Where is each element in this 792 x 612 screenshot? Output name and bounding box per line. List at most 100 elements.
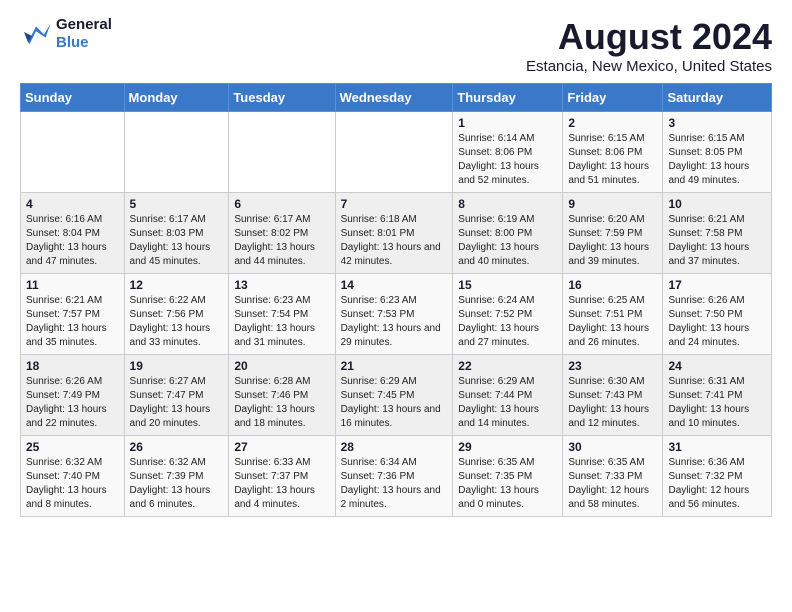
- calendar-cell: 24 Sunrise: 6:31 AMSunset: 7:41 PMDayligh…: [663, 355, 772, 436]
- header-day-monday: Monday: [124, 84, 229, 112]
- day-info: Sunrise: 6:36 AMSunset: 7:32 PMDaylight:…: [668, 456, 766, 512]
- page-subtitle: Estancia, New Mexico, United States: [526, 58, 772, 75]
- day-number: 3: [668, 116, 766, 130]
- logo-text: General Blue: [56, 16, 112, 52]
- calendar-cell: [21, 112, 125, 193]
- calendar-cell: [335, 112, 453, 193]
- week-row-3: 11 Sunrise: 6:21 AMSunset: 7:57 PMDayligh…: [21, 274, 772, 355]
- day-info: Sunrise: 6:27 AMSunset: 7:47 PMDaylight:…: [130, 375, 224, 431]
- day-number: 27: [234, 440, 329, 454]
- calendar-cell: 10Sunrise: 6:21 AMSunset: 7:58 PMDayligh…: [663, 193, 772, 274]
- calendar-cell: 18 Sunrise: 6:26 AMSunset: 7:49 PMDayligh…: [21, 355, 125, 436]
- week-row-4: 18 Sunrise: 6:26 AMSunset: 7:49 PMDayligh…: [21, 355, 772, 436]
- calendar-cell: 8 Sunrise: 6:19 AMSunset: 8:00 PMDaylight…: [453, 193, 563, 274]
- day-number: 16: [568, 278, 657, 292]
- calendar-cell: 27Sunrise: 6:33 AMSunset: 7:37 PMDayligh…: [229, 436, 335, 517]
- header-day-friday: Friday: [563, 84, 663, 112]
- day-info: Sunrise: 6:17 AMSunset: 8:03 PMDaylight:…: [130, 213, 224, 269]
- calendar-cell: 28Sunrise: 6:34 AMSunset: 7:36 PMDayligh…: [335, 436, 453, 517]
- day-info: Sunrise: 6:29 AMSunset: 7:45 PMDaylight:…: [341, 375, 448, 431]
- day-number: 6: [234, 197, 329, 211]
- day-info: Sunrise: 6:32 AMSunset: 7:40 PMDaylight:…: [26, 456, 119, 512]
- day-info: Sunrise: 6:25 AMSunset: 7:51 PMDaylight:…: [568, 294, 657, 350]
- day-info: Sunrise: 6:24 AMSunset: 7:52 PMDaylight:…: [458, 294, 557, 350]
- day-info: Sunrise: 6:23 AMSunset: 7:54 PMDaylight:…: [234, 294, 329, 350]
- title-area: August 2024 Estancia, New Mexico, United…: [526, 16, 772, 75]
- logo-icon: [20, 20, 52, 48]
- calendar-cell: 2 Sunrise: 6:15 AMSunset: 8:06 PMDaylight…: [563, 112, 663, 193]
- calendar-cell: 22 Sunrise: 6:29 AMSunset: 7:44 PMDayligh…: [453, 355, 563, 436]
- calendar-cell: 15Sunrise: 6:24 AMSunset: 7:52 PMDayligh…: [453, 274, 563, 355]
- calendar-cell: 19 Sunrise: 6:27 AMSunset: 7:47 PMDayligh…: [124, 355, 229, 436]
- calendar-cell: 1 Sunrise: 6:14 AMSunset: 8:06 PMDaylight…: [453, 112, 563, 193]
- calendar-table: SundayMondayTuesdayWednesdayThursdayFrid…: [20, 83, 772, 517]
- header-day-sunday: Sunday: [21, 84, 125, 112]
- day-info: Sunrise: 6:31 AMSunset: 7:41 PMDaylight:…: [668, 375, 766, 431]
- day-info: Sunrise: 6:22 AMSunset: 7:56 PMDaylight:…: [130, 294, 224, 350]
- day-number: 17: [668, 278, 766, 292]
- calendar-cell: 5Sunrise: 6:17 AMSunset: 8:03 PMDaylight…: [124, 193, 229, 274]
- day-number: 4: [26, 197, 119, 211]
- day-number: 18: [26, 359, 119, 373]
- calendar-cell: 20Sunrise: 6:28 AMSunset: 7:46 PMDayligh…: [229, 355, 335, 436]
- calendar-cell: 12 Sunrise: 6:22 AMSunset: 7:56 PMDayligh…: [124, 274, 229, 355]
- day-info: Sunrise: 6:15 AMSunset: 8:06 PMDaylight:…: [568, 132, 657, 188]
- calendar-cell: 11 Sunrise: 6:21 AMSunset: 7:57 PMDayligh…: [21, 274, 125, 355]
- calendar-cell: 17 Sunrise: 6:26 AMSunset: 7:50 PMDayligh…: [663, 274, 772, 355]
- day-info: Sunrise: 6:20 AMSunset: 7:59 PMDaylight:…: [568, 213, 657, 269]
- day-info: Sunrise: 6:29 AMSunset: 7:44 PMDaylight:…: [458, 375, 557, 431]
- day-number: 30: [568, 440, 657, 454]
- week-row-5: 25 Sunrise: 6:32 AMSunset: 7:40 PMDayligh…: [21, 436, 772, 517]
- day-number: 1: [458, 116, 557, 130]
- day-number: 13: [234, 278, 329, 292]
- day-info: Sunrise: 6:14 AMSunset: 8:06 PMDaylight:…: [458, 132, 557, 188]
- day-number: 29: [458, 440, 557, 454]
- calendar-cell: 23 Sunrise: 6:30 AMSunset: 7:43 PMDayligh…: [563, 355, 663, 436]
- day-info: Sunrise: 6:35 AMSunset: 7:35 PMDaylight:…: [458, 456, 557, 512]
- day-info: Sunrise: 6:26 AMSunset: 7:49 PMDaylight:…: [26, 375, 119, 431]
- calendar-cell: 14Sunrise: 6:23 AMSunset: 7:53 PMDayligh…: [335, 274, 453, 355]
- logo: General Blue: [20, 16, 112, 52]
- day-info: Sunrise: 6:19 AMSunset: 8:00 PMDaylight:…: [458, 213, 557, 269]
- day-number: 24: [668, 359, 766, 373]
- header-day-saturday: Saturday: [663, 84, 772, 112]
- day-number: 28: [341, 440, 448, 454]
- day-number: 26: [130, 440, 224, 454]
- day-info: Sunrise: 6:32 AMSunset: 7:39 PMDaylight:…: [130, 456, 224, 512]
- calendar-cell: 13 Sunrise: 6:23 AMSunset: 7:54 PMDayligh…: [229, 274, 335, 355]
- day-number: 22: [458, 359, 557, 373]
- calendar-cell: 16 Sunrise: 6:25 AMSunset: 7:51 PMDayligh…: [563, 274, 663, 355]
- day-info: Sunrise: 6:30 AMSunset: 7:43 PMDaylight:…: [568, 375, 657, 431]
- day-number: 8: [458, 197, 557, 211]
- day-info: Sunrise: 6:28 AMSunset: 7:46 PMDaylight:…: [234, 375, 329, 431]
- day-number: 25: [26, 440, 119, 454]
- day-number: 2: [568, 116, 657, 130]
- calendar-cell: 7Sunrise: 6:18 AMSunset: 8:01 PMDaylight…: [335, 193, 453, 274]
- calendar-cell: [124, 112, 229, 193]
- day-info: Sunrise: 6:35 AMSunset: 7:33 PMDaylight:…: [568, 456, 657, 512]
- day-number: 7: [341, 197, 448, 211]
- day-number: 19: [130, 359, 224, 373]
- calendar-cell: 4Sunrise: 6:16 AMSunset: 8:04 PMDaylight…: [21, 193, 125, 274]
- week-row-1: 1 Sunrise: 6:14 AMSunset: 8:06 PMDaylight…: [21, 112, 772, 193]
- day-info: Sunrise: 6:15 AMSunset: 8:05 PMDaylight:…: [668, 132, 766, 188]
- page-header: General Blue August 2024 Estancia, New M…: [20, 16, 772, 75]
- page-title: August 2024: [526, 16, 772, 58]
- day-number: 10: [668, 197, 766, 211]
- header-day-thursday: Thursday: [453, 84, 563, 112]
- day-number: 21: [341, 359, 448, 373]
- day-number: 11: [26, 278, 119, 292]
- calendar-cell: 31Sunrise: 6:36 AMSunset: 7:32 PMDayligh…: [663, 436, 772, 517]
- calendar-cell: 25 Sunrise: 6:32 AMSunset: 7:40 PMDayligh…: [21, 436, 125, 517]
- week-row-2: 4Sunrise: 6:16 AMSunset: 8:04 PMDaylight…: [21, 193, 772, 274]
- calendar-cell: [229, 112, 335, 193]
- calendar-cell: 9Sunrise: 6:20 AMSunset: 7:59 PMDaylight…: [563, 193, 663, 274]
- day-number: 12: [130, 278, 224, 292]
- day-info: Sunrise: 6:26 AMSunset: 7:50 PMDaylight:…: [668, 294, 766, 350]
- day-number: 23: [568, 359, 657, 373]
- calendar-cell: 6Sunrise: 6:17 AMSunset: 8:02 PMDaylight…: [229, 193, 335, 274]
- calendar-cell: 30 Sunrise: 6:35 AMSunset: 7:33 PMDayligh…: [563, 436, 663, 517]
- day-info: Sunrise: 6:21 AMSunset: 7:57 PMDaylight:…: [26, 294, 119, 350]
- calendar-cell: 3 Sunrise: 6:15 AMSunset: 8:05 PMDaylight…: [663, 112, 772, 193]
- day-info: Sunrise: 6:23 AMSunset: 7:53 PMDaylight:…: [341, 294, 448, 350]
